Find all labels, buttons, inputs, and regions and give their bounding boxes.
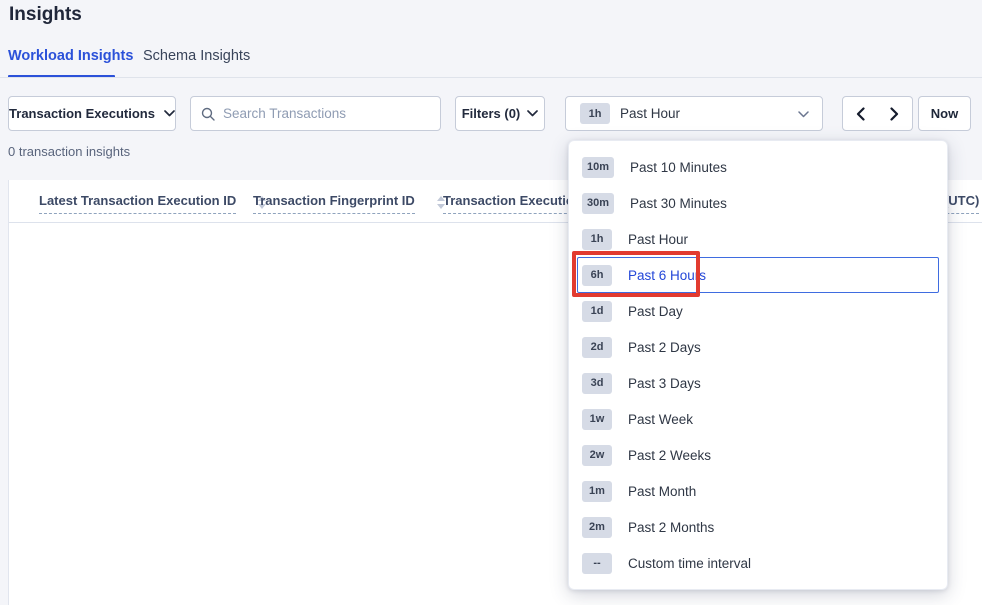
dropdown-item-custom-time-interval[interactable]: -- Custom time interval [577,545,939,581]
column-header-transaction-fingerprint-id[interactable]: Transaction Fingerprint ID [253,193,445,214]
tabbar-divider [0,77,982,78]
insights-page: Insights Workload Insights Schema Insigh… [0,0,982,605]
dropdown-item-past-3-days[interactable]: 3d Past 3 Days [577,365,939,401]
time-interval-dropdown: 10m Past 10 Minutes 30m Past 30 Minutes … [568,140,948,590]
filters-button[interactable]: Filters (0) [455,96,545,131]
dropdown-item-past-6-hours[interactable]: 6h Past 6 Hours [577,257,939,293]
chevron-down-icon [527,110,538,117]
next-interval-button[interactable] [877,96,913,131]
dropdown-item-past-2-months[interactable]: 2m Past 2 Months [577,509,939,545]
dropdown-item-past-2-weeks[interactable]: 2w Past 2 Weeks [577,437,939,473]
dropdown-item-past-month[interactable]: 1m Past Month [577,473,939,509]
dropdown-item-past-hour[interactable]: 1h Past Hour [577,221,939,257]
filters-label: Filters (0) [462,106,521,121]
workload-type-select[interactable]: Transaction Executions [8,96,176,131]
search-icon [201,107,215,121]
results-count: 0 transaction insights [8,144,130,159]
search-box[interactable] [190,96,441,131]
chevron-right-icon [890,107,899,121]
prev-interval-button[interactable] [842,96,878,131]
chevron-down-icon [798,111,809,118]
time-interval-select[interactable]: 1h Past Hour [565,96,823,131]
dropdown-item-past-2-days[interactable]: 2d Past 2 Days [577,329,939,365]
search-input[interactable] [223,106,430,121]
dropdown-item-past-10-minutes[interactable]: 10m Past 10 Minutes [577,149,939,185]
dropdown-item-past-week[interactable]: 1w Past Week [577,401,939,437]
dropdown-item-past-day[interactable]: 1d Past Day [577,293,939,329]
column-header-latest-transaction-execution-id[interactable]: Latest Transaction Execution ID [39,193,266,214]
time-interval-label: Past Hour [620,106,680,121]
time-interval-badge: 1h [580,103,610,124]
dropdown-item-past-30-minutes[interactable]: 30m Past 30 Minutes [577,185,939,221]
tab-schema-insights[interactable]: Schema Insights [143,48,250,64]
workload-type-label: Transaction Executions [9,106,155,121]
now-button[interactable]: Now [918,96,971,131]
chevron-left-icon [856,107,865,121]
page-title: Insights [9,4,82,26]
chevron-down-icon [164,110,175,117]
tab-workload-insights[interactable]: Workload Insights [8,48,133,64]
